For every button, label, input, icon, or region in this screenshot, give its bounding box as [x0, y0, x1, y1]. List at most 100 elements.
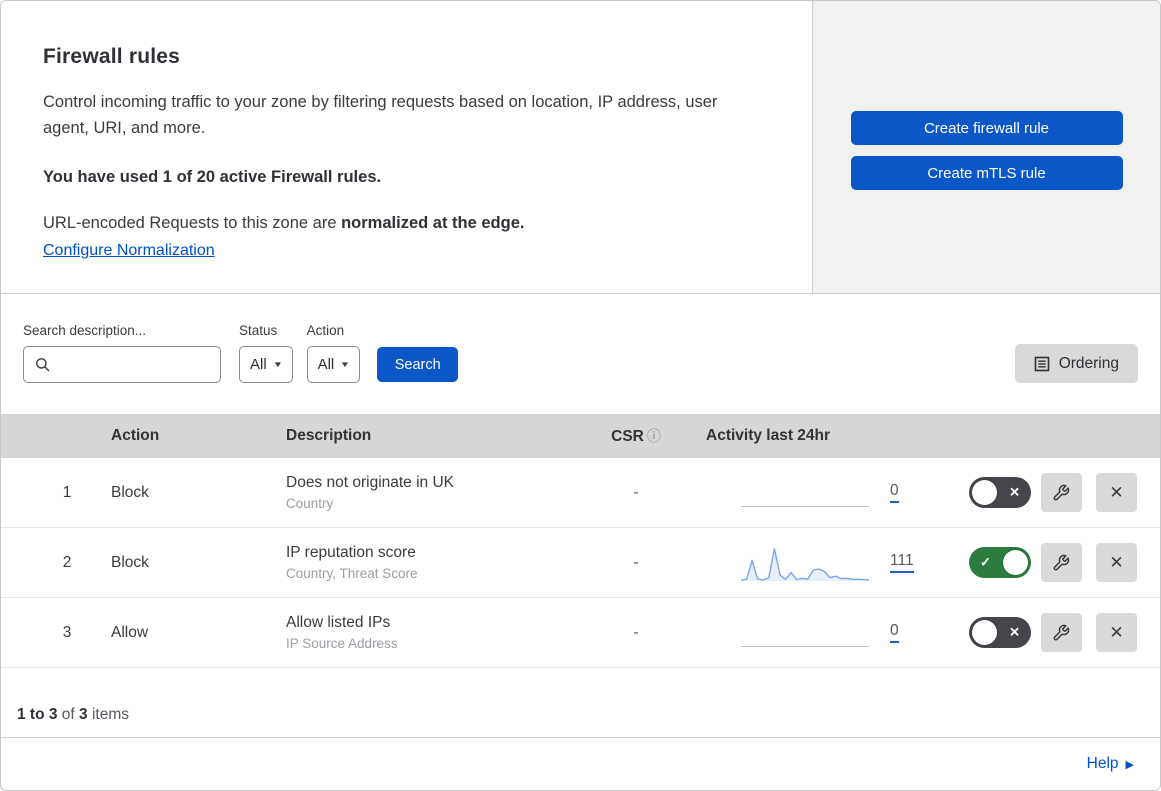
page-description: Control incoming traffic to your zone by… — [43, 93, 718, 138]
activity-cell: 0 — [691, 613, 941, 653]
configure-normalization-link[interactable]: Configure Normalization — [43, 242, 215, 260]
rule-description: Does not originate in UK — [286, 474, 455, 491]
of-text: of — [57, 706, 80, 723]
firewall-rules-card: Firewall rules Control incoming traffic … — [0, 0, 1161, 791]
activity-flatline-wrap — [741, 473, 869, 513]
help-link[interactable]: Help ▶ — [1087, 755, 1134, 773]
chevron-down-icon: ▼ — [272, 360, 283, 369]
chevron-down-icon: ▼ — [340, 360, 351, 369]
edit-rule-button[interactable] — [1040, 543, 1082, 582]
status-label: Status — [239, 323, 278, 338]
rule-action: Block — [111, 553, 149, 571]
activity-count-link[interactable]: 111 — [890, 552, 914, 573]
usage-summary: You have used 1 of 20 active Firewall ru… — [43, 168, 382, 187]
status-filter-group: Status All ▼ — [239, 323, 293, 383]
table-row: 1 Block Does not originate in UK Country… — [1, 458, 1160, 528]
header-text-panel: Firewall rules Control incoming traffic … — [1, 1, 813, 293]
action-dropdown[interactable]: All ▼ — [306, 346, 361, 383]
page-title: Firewall rules — [43, 45, 181, 68]
ordering-list-icon — [1034, 356, 1050, 372]
edit-cell — [1033, 543, 1089, 582]
toggle-knob — [972, 620, 997, 645]
toggle-x-icon: ✕ — [1009, 624, 1020, 640]
activity-cell: 0 — [691, 473, 941, 513]
csr-column-header: CSR ⓘ — [611, 428, 661, 445]
action-dropdown-value: All — [317, 356, 335, 373]
activity-flatline — [741, 505, 869, 507]
close-icon: ✕ — [1109, 622, 1124, 642]
delete-cell: ✕ — [1089, 473, 1160, 512]
toggle-check-icon: ✓ — [980, 554, 991, 570]
header-section: Firewall rules Control incoming traffic … — [1, 1, 1160, 294]
edit-cell — [1033, 613, 1089, 652]
activity-column-header: Activity last 24hr — [706, 427, 831, 444]
create-mtls-rule-button[interactable]: Create mTLS rule — [850, 156, 1123, 190]
rule-criteria: Country, Threat Score — [286, 566, 418, 581]
rule-csr-value: - — [633, 624, 639, 641]
help-bar: Help ▶ — [1, 738, 1160, 790]
rule-enabled-toggle[interactable]: ✓ ✕ — [969, 477, 1031, 508]
search-button[interactable]: Search — [377, 347, 459, 382]
status-dropdown[interactable]: All ▼ — [239, 346, 293, 383]
activity-count-link[interactable]: 0 — [890, 482, 899, 503]
rule-csr-value: - — [633, 484, 639, 501]
delete-cell: ✕ — [1089, 543, 1160, 582]
activity-flatline-wrap — [741, 613, 869, 653]
search-input[interactable] — [58, 347, 257, 382]
rule-csr-value: - — [633, 554, 639, 571]
rule-enabled-toggle[interactable]: ✓ ✕ — [969, 547, 1031, 578]
rule-action: Block — [111, 483, 149, 501]
rule-description: Allow listed IPs — [286, 614, 391, 631]
info-icon[interactable]: ⓘ — [647, 428, 661, 444]
search-group: Search description... — [23, 323, 257, 383]
toggle-knob — [1003, 550, 1028, 575]
help-label: Help — [1086, 755, 1119, 772]
edit-rule-button[interactable] — [1040, 613, 1082, 652]
delete-cell: ✕ — [1089, 613, 1160, 652]
rule-description: IP reputation score — [286, 544, 416, 561]
rule-criteria: Country — [286, 496, 334, 511]
description-column-header: Description — [286, 427, 372, 444]
toggle-cell: ✓ ✕ — [941, 547, 1033, 578]
toggle-cell: ✓ ✕ — [941, 477, 1033, 508]
toggle-knob — [972, 480, 997, 505]
close-icon: ✕ — [1109, 482, 1124, 502]
normalization-text: URL-encoded Requests to this zone are — [43, 214, 342, 233]
activity-sparkline — [741, 543, 869, 583]
rule-description-cell: Allow listed IPs IP Source Address — [286, 614, 581, 651]
rule-description-cell: Does not originate in UK Country — [286, 474, 581, 511]
delete-rule-button[interactable]: ✕ — [1096, 613, 1137, 652]
toggle-cell: ✓ ✕ — [941, 617, 1033, 648]
help-arrow-icon: ▶ — [1125, 758, 1134, 771]
wrench-icon — [1052, 484, 1070, 502]
delete-rule-button[interactable]: ✕ — [1096, 473, 1137, 512]
ordering-button[interactable]: Ordering — [1014, 344, 1138, 383]
pagination-summary: 1 to 3 of 3 items — [1, 668, 1160, 738]
edit-rule-button[interactable] — [1040, 473, 1082, 512]
wrench-icon — [1052, 624, 1070, 642]
activity-count-link[interactable]: 0 — [890, 622, 899, 643]
create-firewall-rule-button[interactable]: Create firewall rule — [850, 111, 1123, 145]
toggle-x-icon: ✕ — [1009, 484, 1020, 500]
rule-enabled-toggle[interactable]: ✓ ✕ — [969, 617, 1031, 648]
rule-priority: 3 — [62, 623, 72, 641]
header-actions-panel: Create firewall rule Create mTLS rule — [813, 1, 1160, 293]
rule-description-cell: IP reputation score Country, Threat Scor… — [286, 544, 581, 581]
wrench-icon — [1052, 554, 1070, 572]
normalization-note: URL-encoded Requests to this zone are no… — [43, 214, 752, 233]
close-icon: ✕ — [1109, 552, 1124, 572]
activity-cell: 111 — [691, 543, 941, 583]
rule-criteria: IP Source Address — [286, 636, 398, 651]
normalization-bold: normalized at the edge. — [341, 214, 525, 233]
action-label: Action — [306, 323, 345, 338]
search-icon — [35, 357, 50, 372]
action-filter-group: Action All ▼ — [306, 323, 361, 383]
action-column-header: Action — [111, 427, 160, 444]
delete-rule-button[interactable]: ✕ — [1096, 543, 1137, 582]
table-header-row: Action Description CSR ⓘ Activity last 24… — [1, 414, 1160, 458]
edit-cell — [1033, 473, 1089, 512]
table-row: 3 Allow Allow listed IPs IP Source Addre… — [1, 598, 1160, 668]
status-dropdown-value: All — [250, 356, 267, 373]
search-input-box[interactable] — [23, 346, 257, 383]
ordering-button-label: Ordering — [1058, 354, 1119, 372]
